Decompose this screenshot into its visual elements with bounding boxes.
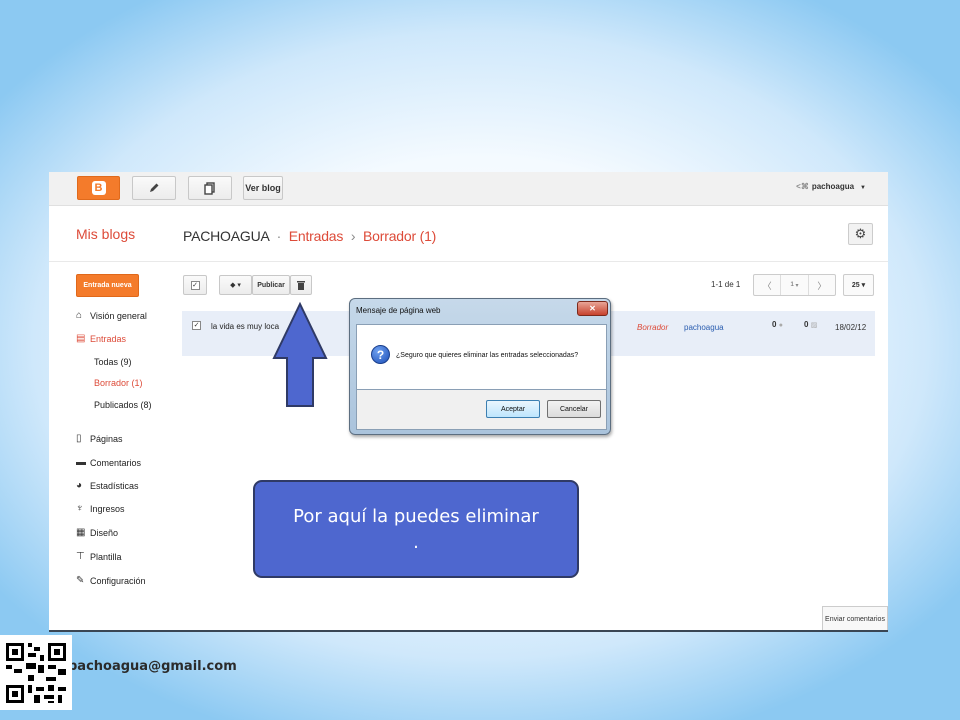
post-date: 18/02/12	[835, 323, 867, 332]
posts-list-button[interactable]	[188, 176, 232, 200]
dialog-footer: Aceptar Cancelar	[356, 390, 607, 430]
divider	[49, 261, 888, 262]
up-arrow-annotation	[272, 301, 328, 407]
sidebar-item-comments[interactable]: ▬ Comentarios	[76, 457, 141, 468]
comment-bubble-icon: ●	[778, 322, 783, 329]
post-author[interactable]: pachoagua	[684, 323, 724, 332]
label-dropdown-button[interactable]: ◆ ▾	[219, 275, 252, 295]
per-page-value: 25	[851, 281, 860, 289]
home-icon: ⌂	[76, 310, 83, 321]
user-menu[interactable]: <⌘ pachoagua ▼	[796, 182, 866, 191]
gear-icon: ⚙	[854, 226, 867, 241]
sidebar-item-template[interactable]: ⊤ Plantilla	[76, 551, 122, 562]
breadcrumb-posts[interactable]: Entradas	[289, 228, 344, 244]
post-status: Borrador	[637, 323, 669, 332]
tag-icon: ◆ ▾	[230, 282, 241, 289]
sidebar-item-earnings[interactable]: ♆ Ingresos	[76, 503, 125, 514]
comment-count: 0 ●	[772, 320, 783, 329]
blogger-icon: B	[91, 181, 106, 195]
row-checkbox[interactable]: ✓	[192, 321, 201, 330]
pencil-icon	[150, 183, 159, 192]
new-post-button[interactable]: Entrada nueva	[76, 274, 139, 297]
next-page-button[interactable]: 〉	[809, 275, 835, 295]
username: pachoagua	[811, 182, 855, 191]
post-title[interactable]: la vida es muy loca	[211, 322, 279, 331]
page-count: 1-1 de 1	[711, 280, 741, 289]
comment-count-value: 0	[772, 320, 777, 329]
callout-text: Por aquí la puedes eliminar	[293, 506, 539, 527]
wrench-icon: ✎	[76, 575, 85, 586]
sidebar-item-overview[interactable]: ⌂ Visión general	[76, 310, 147, 321]
breadcrumb-separator: ›	[350, 228, 356, 244]
view-count: 0 ▨	[804, 320, 817, 329]
layout-icon: ▦	[76, 527, 86, 538]
sidebar-item-settings[interactable]: ✎ Configuración	[76, 575, 146, 586]
sidebar-sub-drafts[interactable]: Borrador (1)	[94, 378, 143, 388]
send-feedback-button[interactable]: Enviar comentarios	[822, 606, 888, 630]
breadcrumb-blog[interactable]: PACHOAGUA	[183, 228, 269, 244]
sidebar-sub-all[interactable]: Todas (9)	[94, 357, 132, 367]
caret-down-icon: ▼	[860, 185, 866, 191]
sidebar-item-label: Visión general	[90, 310, 147, 321]
my-blogs-link[interactable]: Mis blogs	[76, 226, 135, 242]
accept-button[interactable]: Aceptar	[486, 400, 540, 418]
view-blog-button[interactable]: Ver blog	[243, 176, 283, 200]
qr-code-image	[0, 635, 72, 710]
dialog-message: ¿Seguro que quieres eliminar las entrada…	[396, 352, 579, 359]
new-post-pencil-button[interactable]	[132, 176, 176, 200]
sidebar-item-layout[interactable]: ▦ Diseño	[76, 527, 118, 538]
breadcrumb-separator: ·	[276, 228, 282, 244]
sidebar-item-label: Ingresos	[90, 503, 125, 514]
sidebar-item-label: Plantilla	[90, 551, 122, 562]
sidebar-item-label: Configuración	[90, 575, 146, 586]
blogger-logo-button[interactable]: B	[77, 176, 120, 200]
cancel-button[interactable]: Cancelar	[547, 400, 601, 418]
sidebar-item-label: Entradas	[90, 333, 127, 344]
sidebar-item-label: Páginas	[90, 433, 123, 444]
trophy-icon: ♆	[76, 503, 84, 514]
sidebar-item-posts[interactable]: ▤ Entradas	[76, 333, 126, 344]
sidebar-item-label: Estadísticas	[90, 480, 139, 491]
sidebar-item-pages[interactable]: ▯ Páginas	[76, 433, 123, 444]
breadcrumb: PACHOAGUA · Entradas › Borrador (1)	[183, 228, 436, 244]
checkbox-checked-icon: ✓	[190, 280, 200, 290]
pager: 〈 1 ▾ 〉	[753, 274, 836, 296]
page-number: 1	[790, 282, 794, 288]
paint-roller-icon: ⊤	[76, 551, 85, 562]
dialog-title: Mensaje de página web	[356, 306, 441, 315]
confirm-dialog: Mensaje de página web ✕ ? ¿Seguro que qu…	[349, 298, 611, 435]
posts-icon: ▤	[76, 333, 86, 344]
user-glyph-icon: <⌘	[796, 182, 809, 191]
pages-icon	[204, 181, 215, 195]
sidebar-item-label: Diseño	[90, 527, 119, 538]
per-page-select[interactable]: 25 ▾	[843, 274, 874, 296]
sidebar-sub-published[interactable]: Publicados (8)	[94, 400, 152, 410]
delete-button[interactable]	[290, 275, 312, 295]
contact-email: pachoagua@gmail.com	[68, 659, 237, 674]
dialog-close-button[interactable]: ✕	[577, 301, 608, 316]
view-blog-label: Ver blog	[245, 183, 281, 193]
stats-icon: ▨	[810, 322, 818, 329]
dialog-body: ? ¿Seguro que quieres eliminar las entra…	[356, 324, 607, 390]
callout-box: Por aquí la puedes eliminar .	[253, 480, 579, 578]
top-toolbar: B Ver blog <⌘ pachoagua ▼	[49, 172, 888, 206]
sidebar-item-label: Comentarios	[90, 457, 142, 468]
settings-gear-button[interactable]: ⚙	[848, 223, 873, 245]
callout-dot: .	[413, 532, 419, 553]
breadcrumb-drafts[interactable]: Borrador (1)	[363, 228, 436, 244]
sidebar-item-stats[interactable]: ◕ Estadísticas	[76, 480, 139, 491]
pie-chart-icon: ◕	[76, 480, 83, 491]
close-icon: ✕	[589, 304, 596, 313]
prev-page-button[interactable]: 〈	[754, 275, 782, 295]
publish-button[interactable]: Publicar	[252, 275, 290, 295]
select-all-checkbox-button[interactable]: ✓	[183, 275, 207, 295]
trash-icon	[297, 281, 305, 290]
comment-icon: ▬	[76, 457, 86, 468]
page-icon: ▯	[76, 433, 82, 444]
view-count-value: 0	[804, 320, 809, 329]
question-icon: ?	[371, 345, 390, 364]
page-select[interactable]: 1 ▾	[781, 275, 809, 295]
